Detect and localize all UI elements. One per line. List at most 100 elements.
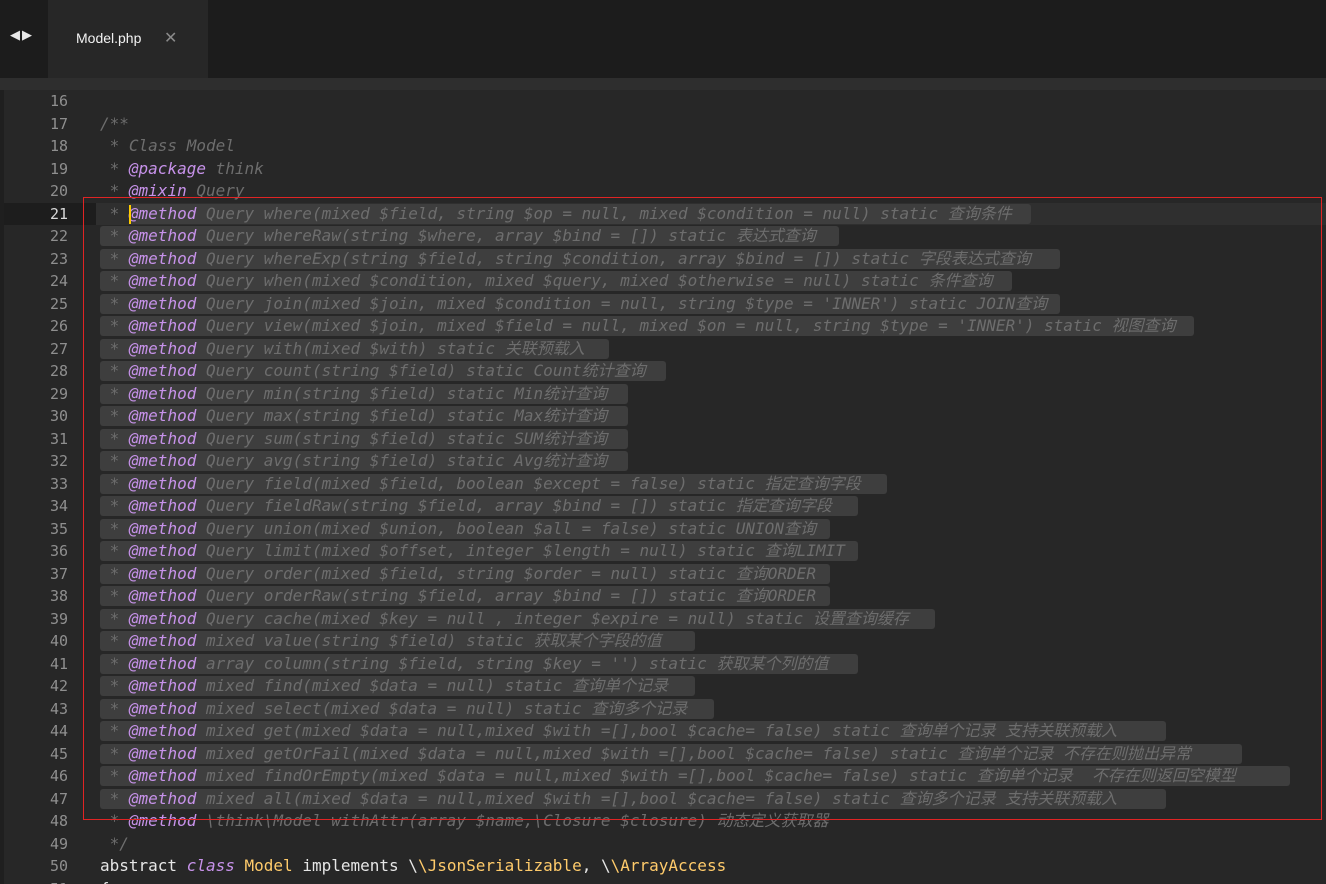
code-line[interactable]: 47 * @method mixed all(mixed $data = nul… <box>4 788 1326 811</box>
line-number: 25 <box>49 294 68 313</box>
line-number: 20 <box>49 182 68 200</box>
tab-bar-separator <box>0 78 1326 90</box>
code-line[interactable]: 23 * @method Query whereExp(string $fiel… <box>4 248 1326 271</box>
code-line[interactable]: 27 * @method Query with(mixed $with) sta… <box>4 338 1326 361</box>
code-line[interactable]: 50 abstract class Model implements \\Json… <box>4 855 1326 878</box>
code-text: * @method mixed value(string $field) sta… <box>100 630 696 653</box>
code-text: * @method Query fieldRaw(string $field, … <box>100 495 859 518</box>
code-line[interactable]: 28 * @method Query count(string $field) … <box>4 360 1326 383</box>
line-number: 26 <box>49 317 68 335</box>
code-line[interactable]: 26 * @method Query view(mixed $join, mix… <box>4 315 1326 338</box>
line-number: 23 <box>49 249 68 268</box>
code-text: * @method Query when(mixed $condition, m… <box>100 270 1012 293</box>
code-text: * Class Model <box>100 136 235 155</box>
line-number: 46 <box>49 767 68 785</box>
line-number: 27 <box>49 339 68 358</box>
code-line[interactable]: 32 * @method Query avg(string $field) st… <box>4 450 1326 473</box>
line-number: 35 <box>49 519 68 538</box>
code-line[interactable]: 43 * @method mixed select(mixed $data = … <box>4 698 1326 721</box>
code-text: * @method mixed getOrFail(mixed $data = … <box>100 743 1243 766</box>
code-line[interactable]: 30 * @method Query max(string $field) st… <box>4 405 1326 428</box>
tab-model-php[interactable]: Model.php ✕ <box>48 0 208 78</box>
code-text: * @method Query whereExp(string $field, … <box>100 248 1060 271</box>
code-text: * @mixin Query <box>100 181 245 200</box>
code-line[interactable]: 51 { <box>4 878 1326 884</box>
code-line[interactable]: 20 * @mixin Query <box>4 180 1326 203</box>
code-text: * @method Query limit(mixed $offset, int… <box>100 540 859 563</box>
tab-label: Model.php <box>76 30 142 46</box>
code-text: * @method mixed get(mixed $data = null,m… <box>100 720 1166 743</box>
code-text: * @method Query field(mixed $field, bool… <box>100 473 888 496</box>
code-line[interactable]: 31 * @method Query sum(string $field) st… <box>4 428 1326 451</box>
code-line[interactable]: 34 * @method Query fieldRaw(string $fiel… <box>4 495 1326 518</box>
code-text: /** <box>100 113 129 133</box>
code-text: abstract class Model implements \\JsonSe… <box>100 856 727 875</box>
code-text: * @method mixed all(mixed $data = null,m… <box>100 788 1166 811</box>
line-number: 45 <box>49 744 68 763</box>
code-line[interactable]: 21 * @method Query where(mixed $field, s… <box>4 202 1326 226</box>
line-number: 44 <box>49 722 68 740</box>
line-number: 43 <box>49 699 68 718</box>
tab-forward-arrow-icon[interactable]: ▶ <box>22 28 34 43</box>
code-text: * @method \think\Model withAttr(array $n… <box>100 811 829 830</box>
code-line[interactable]: 49 */ <box>4 833 1326 856</box>
line-number: 51 <box>4 878 96 884</box>
code-text: * @method mixed find(mixed $data = null)… <box>100 675 696 698</box>
code-line[interactable]: 18 * Class Model <box>4 135 1326 158</box>
code-line[interactable]: 42 * @method mixed find(mixed $data = nu… <box>4 675 1326 698</box>
code-line[interactable]: 19 * @package think <box>4 158 1326 181</box>
line-number: 40 <box>49 632 68 650</box>
code-text: * @method mixed findOrEmpty(mixed $data … <box>100 765 1291 788</box>
code-line[interactable]: 33 * @method Query field(mixed $field, b… <box>4 473 1326 496</box>
code-line[interactable]: 40 * @method mixed value(string $field) … <box>4 630 1326 653</box>
close-icon[interactable]: ✕ <box>164 28 177 47</box>
line-number: 21 <box>4 202 96 225</box>
code-text: * @method Query sum(string $field) stati… <box>100 428 628 451</box>
code-line[interactable]: 41 * @method array column(string $field,… <box>4 653 1326 676</box>
line-number: 24 <box>49 272 68 290</box>
code-text: * @method Query view(mixed $join, mixed … <box>100 315 1195 338</box>
code-line[interactable]: 48 * @method \think\Model withAttr(array… <box>4 810 1326 833</box>
code-line[interactable]: 29 * @method Query min(string $field) st… <box>4 383 1326 406</box>
line-number: 32 <box>49 452 68 470</box>
code-text: * @method Query where(mixed $field, stri… <box>100 203 1032 226</box>
code-line[interactable]: 25 * @method Query join(mixed $join, mix… <box>4 293 1326 316</box>
code-line[interactable]: 22 * @method Query whereRaw(string $wher… <box>4 225 1326 248</box>
line-number: 39 <box>49 609 68 628</box>
code-line[interactable]: 36 * @method Query limit(mixed $offset, … <box>4 540 1326 563</box>
line-number: 19 <box>49 159 68 178</box>
code-line[interactable]: 35 * @method Query union(mixed $union, b… <box>4 518 1326 541</box>
line-number: 47 <box>49 789 68 808</box>
code-text: * @method Query orderRaw(string $field, … <box>100 585 830 608</box>
code-text: * @method mixed select(mixed $data = nul… <box>100 698 715 721</box>
code-editor[interactable]: 16 17/** 18 * Class Model 19 * @package thi… <box>4 90 1326 884</box>
line-number: 33 <box>49 474 68 493</box>
line-number: 31 <box>49 429 68 448</box>
code-text: */ <box>100 833 129 853</box>
code-text: * @package think <box>100 158 264 178</box>
code-line[interactable]: 46 * @method mixed findOrEmpty(mixed $da… <box>4 765 1326 788</box>
code-text: * @method Query cache(mixed $key = null … <box>100 608 936 631</box>
code-line[interactable]: 37 * @method Query order(mixed $field, s… <box>4 563 1326 586</box>
line-number: 36 <box>49 542 68 560</box>
tab-bar: ◀▶ Model.php ✕ <box>0 0 1326 78</box>
code-line[interactable]: 16 <box>4 90 1326 113</box>
code-line[interactable]: 44 * @method mixed get(mixed $data = nul… <box>4 720 1326 743</box>
line-number: 41 <box>49 654 68 673</box>
code-line[interactable]: 24 * @method Query when(mixed $condition… <box>4 270 1326 293</box>
tab-navigation: ◀▶ <box>10 28 34 43</box>
code-line[interactable]: 38 * @method Query orderRaw(string $fiel… <box>4 585 1326 608</box>
code-text: * @method Query order(mixed $field, stri… <box>100 563 830 586</box>
code-line[interactable]: 17 /** <box>4 113 1326 136</box>
tab-back-arrow-icon[interactable]: ◀ <box>10 28 22 43</box>
line-number: 37 <box>49 564 68 583</box>
text-caret <box>129 204 131 224</box>
line-number: 48 <box>49 812 68 830</box>
code-line[interactable]: 39 * @method Query cache(mixed $key = nu… <box>4 608 1326 631</box>
code-text: * @method Query union(mixed $union, bool… <box>100 518 830 541</box>
code-text: * @method Query with(mixed $with) static… <box>100 338 609 361</box>
code-text: * @method Query count(string $field) sta… <box>100 360 667 383</box>
code-line[interactable]: 45 * @method mixed getOrFail(mixed $data… <box>4 743 1326 766</box>
line-number: 49 <box>49 834 68 853</box>
line-number: 28 <box>49 362 68 380</box>
